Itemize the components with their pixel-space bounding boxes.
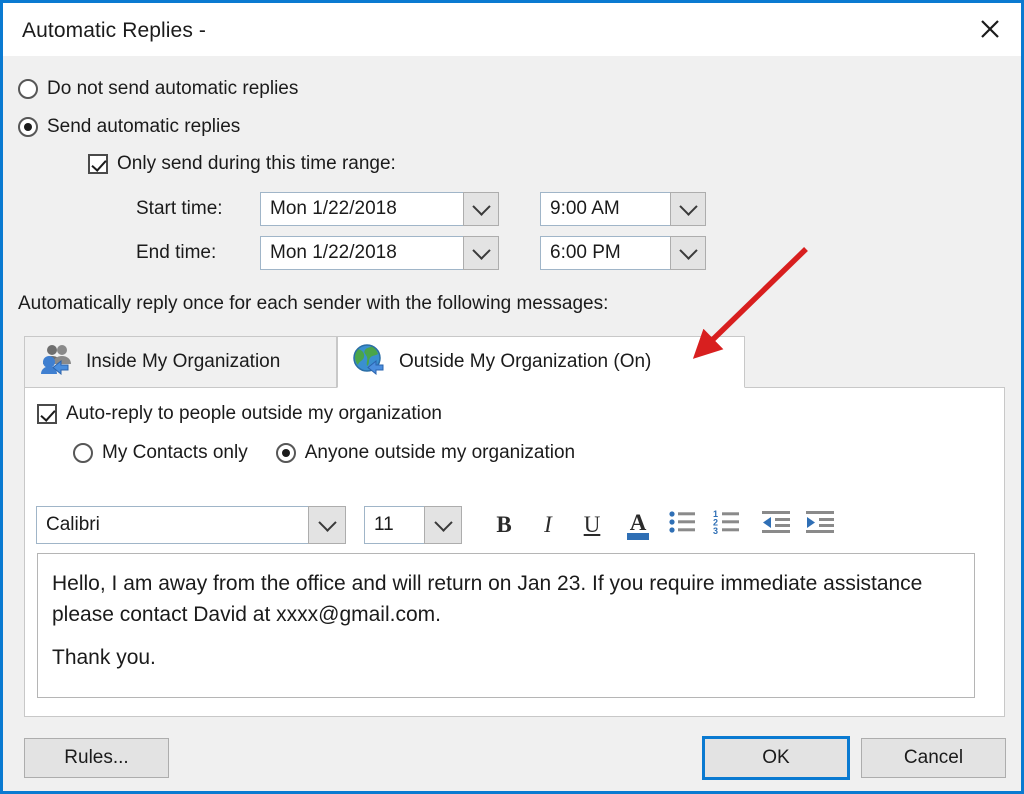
svg-text:3: 3 [713,526,718,535]
end-time-input[interactable]: 6:00 PM [540,236,670,270]
start-date-dropdown-button[interactable] [463,192,499,226]
increase-indent-button[interactable] [800,506,840,544]
start-time-row: Start time: Mon 1/22/2018 9:00 AM [136,192,706,226]
rules-button[interactable]: Rules... [24,738,169,778]
dialog-body: Do not send automatic replies Send autom… [3,56,1021,791]
checkbox-autoreply-outside-label: Auto-reply to people outside my organiza… [66,403,443,424]
radio-do-not-send-row[interactable]: Do not send automatic replies [18,78,298,100]
instruction-text: Automatically reply once for each sender… [18,293,609,314]
reply-message-paragraph-2: Thank you. [52,646,156,669]
start-clock-combo[interactable]: 9:00 AM [540,192,706,226]
font-size-combo[interactable]: 11 [364,506,462,544]
close-icon [979,18,1001,40]
chevron-down-icon [317,512,337,532]
numbered-list-icon: 1 2 3 [712,509,740,541]
reply-message-blank-line [52,630,958,642]
radio-send-replies[interactable] [18,117,38,137]
tab-outside-my-organization-label: Outside My Organization (On) [399,351,652,372]
start-time-input[interactable]: 9:00 AM [540,192,670,226]
reply-message-paragraph-1: Hello, I am away from the office and wil… [52,572,923,626]
formatting-toolbar: Calibri 11 B I U A 1 2 3 [36,506,840,544]
font-color-letter: A [629,510,647,535]
font-color-button[interactable]: A [618,506,658,544]
end-clock-combo[interactable]: 6:00 PM [540,236,706,270]
radio-my-contacts-only[interactable] [73,443,93,463]
chevron-down-icon [433,512,453,532]
end-date-dropdown-button[interactable] [463,236,499,270]
end-date-input[interactable]: Mon 1/22/2018 [260,236,463,270]
font-name-dropdown-button[interactable] [308,506,346,544]
automatic-replies-dialog: Automatic Replies - Do not send automati… [0,0,1024,794]
decrease-indent-icon [761,509,791,541]
font-size-dropdown-button[interactable] [424,506,462,544]
page-title: Automatic Replies - [22,19,206,42]
ok-button[interactable]: OK [702,736,850,780]
increase-indent-icon [805,509,835,541]
globe-icon [352,343,386,381]
audience-radio-group: My Contacts only Anyone outside my organ… [73,442,575,464]
start-date-combo[interactable]: Mon 1/22/2018 [260,192,499,226]
close-button[interactable] [959,3,1021,55]
italic-button[interactable]: I [528,506,568,544]
bold-button[interactable]: B [484,506,524,544]
tab-outside-my-organization[interactable]: Outside My Organization (On) [337,336,745,388]
end-date-combo[interactable]: Mon 1/22/2018 [260,236,499,270]
radio-anyone-outside-label: Anyone outside my organization [304,442,576,463]
checkbox-time-range-row[interactable]: Only send during this time range: [88,153,396,175]
radio-do-not-send[interactable] [18,79,38,99]
underline-button[interactable]: U [572,506,612,544]
chevron-down-icon [471,240,491,260]
radio-send-replies-label: Send automatic replies [47,116,241,137]
checkbox-autoreply-row[interactable]: Auto-reply to people outside my organiza… [37,403,442,425]
font-color-swatch [627,533,649,540]
end-time-label: End time: [136,242,217,263]
end-time-dropdown-button[interactable] [670,236,706,270]
radio-do-not-send-label: Do not send automatic replies [47,78,299,99]
checkbox-time-range-label: Only send during this time range: [117,153,396,174]
outside-organization-panel: Auto-reply to people outside my organiza… [24,387,1005,717]
font-name-input[interactable]: Calibri [36,506,308,544]
radio-my-contacts-only-label: My Contacts only [102,442,248,463]
chevron-down-icon [678,240,698,260]
numbered-list-button[interactable]: 1 2 3 [706,506,746,544]
start-date-input[interactable]: Mon 1/22/2018 [260,192,463,226]
chevron-down-icon [471,196,491,216]
cancel-button[interactable]: Cancel [861,738,1006,778]
checkbox-autoreply-outside[interactable] [37,404,57,424]
start-time-dropdown-button[interactable] [670,192,706,226]
end-time-row: End time: Mon 1/22/2018 6:00 PM [136,236,706,270]
chevron-down-icon [678,196,698,216]
radio-send-replies-row[interactable]: Send automatic replies [18,116,240,138]
radio-anyone-outside[interactable] [275,443,296,463]
decrease-indent-button[interactable] [756,506,796,544]
checkbox-time-range[interactable] [88,154,108,174]
title-bar: Automatic Replies - [3,3,1021,57]
people-group-icon [39,343,73,381]
font-size-input[interactable]: 11 [364,506,424,544]
tab-inside-my-organization[interactable]: Inside My Organization [24,336,337,388]
reply-message-editor[interactable]: Hello, I am away from the office and wil… [37,553,975,698]
font-name-combo[interactable]: Calibri [36,506,346,544]
tab-inside-my-organization-label: Inside My Organization [86,351,281,372]
bulleted-list-icon [668,509,696,541]
bulleted-list-button[interactable] [662,506,702,544]
start-time-label: Start time: [136,198,223,219]
